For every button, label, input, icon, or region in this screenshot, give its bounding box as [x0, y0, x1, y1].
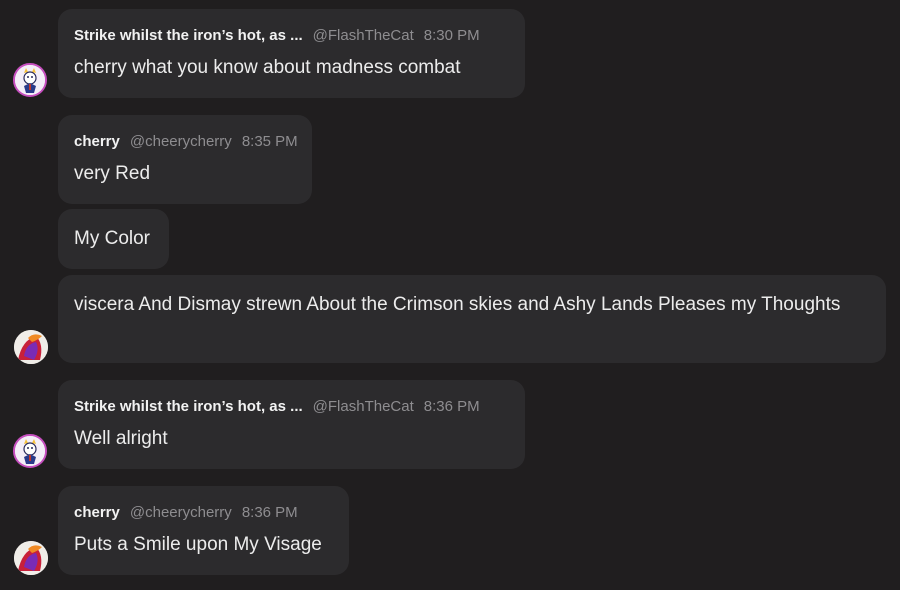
- author-name[interactable]: cherry: [74, 504, 120, 521]
- message-header: cherry @cheerycherry 8:35 PM: [74, 133, 298, 151]
- cherry-avatar-icon: [14, 541, 48, 575]
- author-handle[interactable]: @FlashTheCat: [313, 398, 414, 415]
- message-header: cherry @cheerycherry 8:36 PM: [74, 504, 298, 522]
- message-header: Strike whilst the iron’s hot, as ... @Fla…: [74, 27, 480, 45]
- message-text: Well alright: [74, 428, 168, 449]
- message-text: cherry what you know about madness comba…: [74, 57, 461, 78]
- avatar[interactable]: [14, 541, 48, 575]
- author-handle[interactable]: @FlashTheCat: [313, 27, 414, 44]
- message-bubble[interactable]: Strike whilst the iron’s hot, as ... @Fla…: [58, 380, 525, 469]
- message-bubble[interactable]: cherry @cheerycherry 8:35 PM very Red: [58, 115, 312, 204]
- timestamp: 8:30 PM: [423, 27, 480, 44]
- author-handle[interactable]: @cheerycherry: [130, 133, 232, 150]
- message-bubble[interactable]: viscera And Dismay strewn About the Crim…: [58, 275, 886, 363]
- author-name[interactable]: Strike whilst the iron’s hot, as ...: [74, 398, 303, 415]
- message-bubble[interactable]: cherry @cheerycherry 8:36 PM Puts a Smile …: [58, 486, 349, 575]
- timestamp: 8:36 PM: [423, 398, 480, 415]
- timestamp: 8:36 PM: [241, 504, 298, 521]
- author-handle[interactable]: @cheerycherry: [130, 504, 232, 521]
- cherry-avatar-icon: [14, 330, 48, 364]
- message-bubble[interactable]: Strike whilst the iron’s hot, as ... @Fla…: [58, 9, 525, 98]
- message-text: Puts a Smile upon My Visage: [74, 534, 322, 555]
- avatar[interactable]: [13, 63, 47, 97]
- message-text: viscera And Dismay strewn About the Crim…: [74, 294, 841, 315]
- author-name[interactable]: cherry: [74, 133, 120, 150]
- message-text: My Color: [74, 228, 151, 249]
- cat-avatar-icon: [15, 436, 45, 466]
- message-bubble[interactable]: My Color: [58, 209, 169, 269]
- message-header: Strike whilst the iron’s hot, as ... @Fla…: [74, 398, 480, 416]
- avatar[interactable]: [14, 330, 48, 364]
- timestamp: 8:35 PM: [241, 133, 298, 150]
- avatar[interactable]: [13, 434, 47, 468]
- cat-avatar-icon: [15, 65, 45, 95]
- author-name[interactable]: Strike whilst the iron’s hot, as ...: [74, 27, 303, 44]
- message-text: very Red: [74, 163, 151, 184]
